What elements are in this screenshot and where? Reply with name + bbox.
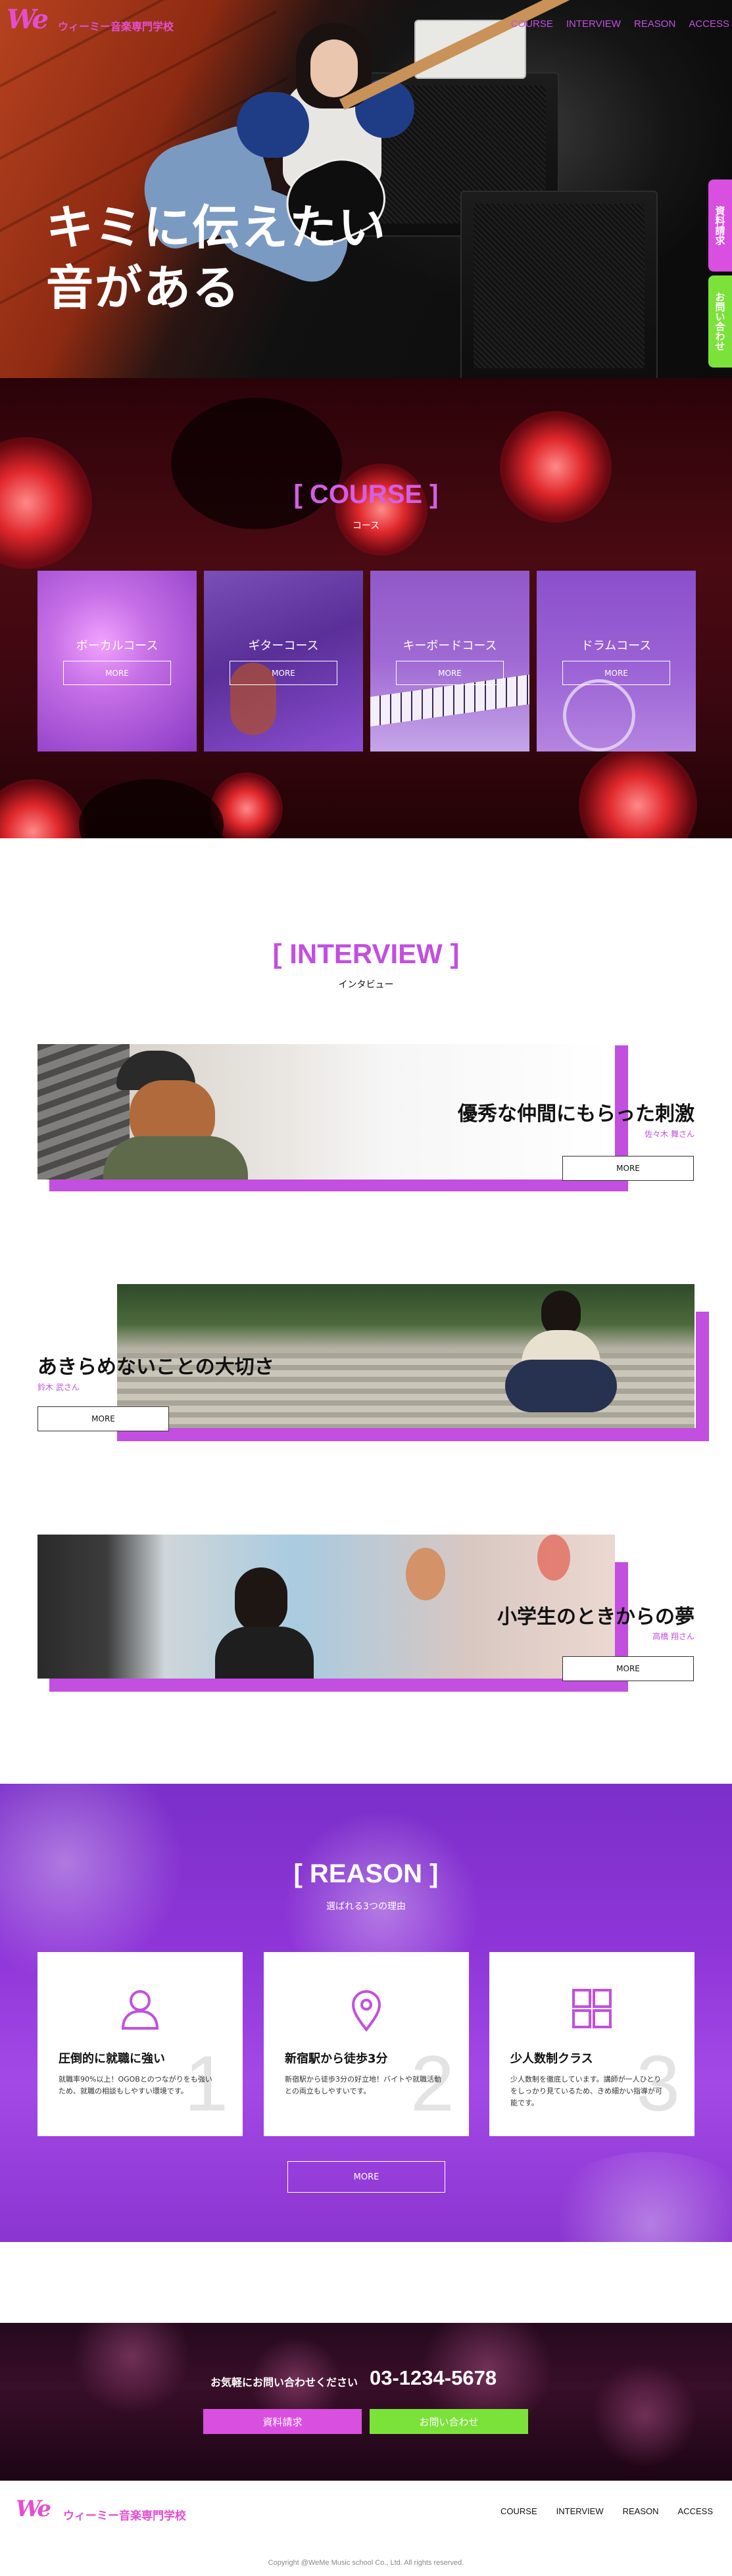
reason-section: [ REASON ] 選ばれる3つの理由 1 圧倒的に就職に強い 就職率90%以… xyxy=(0,1784,732,2242)
reason-card-title: 少人数制クラス xyxy=(510,2052,593,2066)
footer-nav-access[interactable]: ACCESS xyxy=(678,2506,713,2516)
side-tab-request[interactable]: 資料請求 xyxy=(708,179,732,272)
contact-phone[interactable]: 03-1234-5678 xyxy=(370,2366,497,2390)
footer-nav-course[interactable]: COURSE xyxy=(500,2506,537,2516)
course-card-vocal[interactable]: ボーカルコース MORE xyxy=(37,571,197,751)
hero-copy: キミに伝えたい 音がある xyxy=(46,197,387,318)
musician-face xyxy=(310,39,358,97)
reason-card-body: 少人数制を徹底しています。講師が一人ひとりをしっかり見ているため、きめ細かい指導… xyxy=(510,2075,662,2107)
silhouette xyxy=(79,779,224,838)
interview-headline-3: 小学生のときからの夢 xyxy=(497,1606,695,1629)
logo-mark[interactable]: We xyxy=(7,4,49,35)
course-more-button[interactable]: MORE xyxy=(230,661,337,685)
footer-nav-reason[interactable]: REASON xyxy=(623,2506,659,2516)
interview-title: [ INTERVIEW ] xyxy=(272,938,460,969)
course-title: [ COURSE ] xyxy=(293,480,439,509)
interview-accent-bar xyxy=(117,1428,709,1441)
logo-text[interactable]: ウィーミー音楽専門学校 xyxy=(58,18,174,34)
nav-access[interactable]: ACCESS xyxy=(689,18,729,30)
course-section: [ COURSE ] コース ボーカルコース MORE ギターコース MORE … xyxy=(0,378,732,838)
drum-shape xyxy=(563,679,635,751)
course-card-keyboard[interactable]: キーボードコース MORE xyxy=(370,571,529,751)
course-card-name: キーボードコース xyxy=(403,639,497,653)
reason-card-title: 圧倒的に就職に強い xyxy=(59,2052,165,2066)
jacket-shape xyxy=(215,1627,314,1679)
interview-more-button-3[interactable]: MORE xyxy=(562,1656,694,1681)
course-more-button[interactable]: MORE xyxy=(562,661,670,685)
course-card-name: ボーカルコース xyxy=(76,639,159,653)
jacket-shape xyxy=(505,1360,617,1412)
location-pin-icon xyxy=(351,1990,381,2032)
course-subtitle: コース xyxy=(352,521,380,531)
course-card-drum[interactable]: ドラムコース MORE xyxy=(537,571,696,751)
amplifier xyxy=(460,191,658,378)
interview-accent-bar xyxy=(696,1312,709,1441)
interview-name-3: 高橋 翔さん xyxy=(652,1632,695,1641)
reason-card-1: 1 圧倒的に就職に強い 就職率90%以上！OGOBとのつながりをも強いため、就職… xyxy=(37,1952,243,2136)
nav-reason[interactable]: REASON xyxy=(634,18,675,30)
reason-more-button[interactable]: MORE xyxy=(287,2161,445,2193)
footer-nav-interview[interactable]: INTERVIEW xyxy=(556,2506,604,2516)
amplifier-grill xyxy=(474,204,645,368)
musician-sleeve xyxy=(237,92,309,158)
interview-name-1: 佐々木 舞さん xyxy=(645,1130,695,1139)
jacket-shape xyxy=(103,1136,248,1180)
person-icon xyxy=(121,1990,159,2030)
nav-course[interactable]: COURSE xyxy=(511,18,553,30)
stage-light xyxy=(0,779,85,838)
graffiti-shape xyxy=(537,1535,570,1581)
hero-copy-line2: 音がある xyxy=(46,260,241,316)
interview-more-button-1[interactable]: MORE xyxy=(562,1156,694,1181)
request-button[interactable]: 資料請求 xyxy=(203,2409,362,2434)
footer-nav: COURSE INTERVIEW REASON ACCESS xyxy=(481,2506,713,2516)
reason-card-body: 就職率90%以上！OGOBとのつながりをも強いため、就職の相談もしやすい環境です… xyxy=(59,2075,212,2095)
interview-headline-1: 優秀な仲間にもらった刺激 xyxy=(458,1103,695,1126)
hero-section: We ウィーミー音楽専門学校 COURSE INTERVIEW REASON A… xyxy=(0,0,732,378)
course-card-guitar[interactable]: ギターコース MORE xyxy=(204,571,363,751)
silhouette xyxy=(171,398,342,529)
course-card-name: ギターコース xyxy=(248,639,319,653)
reason-subtitle: 選ばれる3つの理由 xyxy=(326,1901,406,1912)
interview-accent-bar xyxy=(49,1679,628,1692)
interview-name-2: 鈴木 武さん xyxy=(37,1383,80,1392)
hair-shape xyxy=(235,1567,287,1633)
nav-interview[interactable]: INTERVIEW xyxy=(566,18,621,30)
interview-subtitle: インタビュー xyxy=(338,980,394,990)
interview-more-button-2[interactable]: MORE xyxy=(37,1406,169,1431)
reason-card-2: 2 新宿駅から徒歩3分 新宿駅から徒歩3分の好立地！バイトや就職活動との両立もし… xyxy=(264,1952,469,2136)
contact-section: お気軽にお問い合わせください 03-1234-5678 資料請求 お問い合わせ xyxy=(0,2323,732,2481)
reason-card-title: 新宿駅から徒歩3分 xyxy=(285,2052,388,2066)
stage-light xyxy=(539,2152,732,2242)
course-card-name: ドラムコース xyxy=(581,639,652,653)
course-more-button[interactable]: MORE xyxy=(396,661,504,685)
course-more-button[interactable]: MORE xyxy=(63,661,171,685)
grid-icon xyxy=(572,1989,612,2028)
interview-headline-2: あきらめないことの大切さ xyxy=(37,1356,274,1379)
reason-card-body: 新宿駅から徒歩3分の好立地！バイトや就職活動との両立もしやすいです。 xyxy=(285,2075,441,2095)
footer-logo-mark[interactable]: We xyxy=(16,2496,51,2522)
contact-label: お気軽にお問い合わせください xyxy=(210,2376,358,2389)
graffiti-shape xyxy=(406,1548,445,1600)
reason-title: [ REASON ] xyxy=(293,1859,439,1888)
copyright: Copyright @WeMe Music school Co., Ltd. A… xyxy=(268,2559,464,2567)
hero-copy-line1: キミに伝えたい xyxy=(46,200,387,255)
stage-light xyxy=(579,746,697,838)
reason-card-3: 3 少人数制クラス 少人数制を徹底しています。講師が一人ひとりをしっかり見ている… xyxy=(489,1952,695,2136)
stage-light xyxy=(335,464,427,556)
side-tab-inquiry[interactable]: お問い合わせ xyxy=(708,275,732,368)
interview-accent-bar xyxy=(49,1178,628,1191)
inquiry-button[interactable]: お問い合わせ xyxy=(370,2409,528,2434)
footer-logo-text[interactable]: ウィーミー音楽専門学校 xyxy=(63,2506,186,2523)
header-nav: COURSE INTERVIEW REASON ACCESS xyxy=(498,18,729,30)
contact-overlay xyxy=(0,2323,732,2481)
